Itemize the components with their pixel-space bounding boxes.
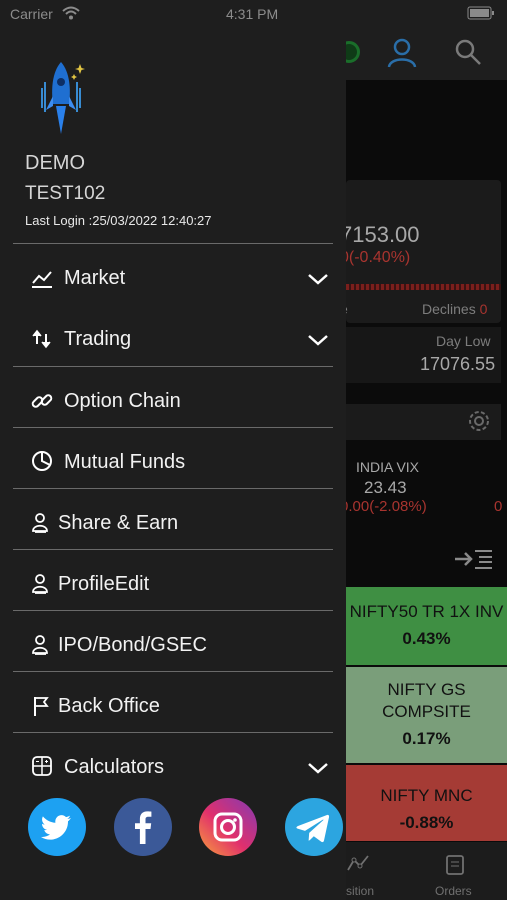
menu-item-share-earn[interactable]: Share & Earn (0, 493, 346, 553)
status-time: 4:31 PM (226, 6, 279, 22)
instagram-icon[interactable] (199, 798, 257, 856)
menu-item-back-office[interactable]: Back Office (0, 676, 346, 736)
pie-chart-icon (30, 449, 54, 473)
chevron-down-icon[interactable] (306, 761, 330, 775)
vix-change: 0.00(-2.08%) (340, 498, 427, 515)
menu-item-label: ProfileEdit (58, 573, 150, 595)
index-tile[interactable]: NIFTY MNC -0.88% (346, 765, 507, 841)
chart-line-icon (30, 267, 54, 291)
day-low-label: Day Low (436, 333, 491, 349)
facebook-icon[interactable] (114, 798, 172, 856)
wifi-icon (62, 6, 80, 20)
calculator-icon (30, 754, 54, 778)
index-change: 0(-0.40%) (340, 249, 411, 266)
side-drawer: Carrier 4:31 PM DEMO TEST102 Last Login … (0, 0, 346, 900)
menu-item-trading[interactable]: Trading (0, 310, 346, 370)
divider (13, 366, 333, 367)
divider (13, 549, 333, 550)
link-icon (30, 389, 54, 413)
last-login: Last Login :25/03/2022 12:40:27 (25, 213, 212, 228)
tile-change: 0.43% (402, 629, 451, 648)
divider (13, 671, 333, 672)
chevron-down-icon[interactable] (306, 333, 330, 347)
divider (13, 243, 333, 244)
chevron-down-icon[interactable] (306, 272, 330, 286)
tab-orders-label[interactable]: Orders (435, 884, 472, 898)
person-icon (30, 511, 54, 535)
menu-item-calculators[interactable]: Calculators (0, 737, 346, 797)
user-name: DEMO (25, 152, 85, 174)
menu-item-label: Option Chain (64, 390, 181, 412)
user-icon[interactable] (386, 36, 418, 68)
search-icon[interactable] (454, 38, 482, 66)
menu-item-ipo-bond-gsec[interactable]: IPO/Bond/GSEC (0, 615, 346, 675)
menu-item-label: Share & Earn (58, 512, 179, 534)
flag-icon (30, 694, 54, 718)
position-icon[interactable] (346, 852, 370, 876)
menu-item-label: Back Office (58, 695, 160, 717)
vix-label: INDIA VIX (356, 459, 420, 475)
person-icon (30, 572, 54, 596)
menu-item-market[interactable]: Market (0, 249, 346, 309)
menu-item-mutual-funds[interactable]: Mutual Funds (0, 432, 346, 492)
declines-label: Declines 0 (422, 301, 488, 317)
tile-name: NIFTY MNC (380, 786, 473, 805)
arrows-up-down-icon (30, 328, 54, 352)
user-id: TEST102 (25, 183, 106, 204)
rocket-logo-icon (36, 60, 86, 138)
divider (13, 610, 333, 611)
menu-item-label: Calculators (64, 756, 165, 778)
next-index-change: 0 (494, 498, 503, 515)
index-tile[interactable]: NIFTY50 TR 1X INV 0.43% (346, 587, 507, 665)
battery-icon (467, 6, 495, 23)
menu-item-label: Mutual Funds (64, 451, 186, 473)
person-icon (30, 633, 54, 657)
day-low-value: 17076.55 (420, 354, 496, 374)
index-tile[interactable]: NIFTY GS COMPSITE 0.17% (346, 667, 507, 763)
tile-change: -0.88% (399, 813, 454, 832)
tile-name: NIFTY GS COMPSITE (382, 680, 471, 721)
index-price: 7153.00 (340, 222, 420, 247)
menu-item-label: Market (64, 267, 126, 289)
menu-item-label: IPO/Bond/GSEC (58, 634, 207, 656)
menu-item-option-chain[interactable]: Option Chain (0, 371, 346, 431)
collapse-list-icon[interactable] (455, 548, 493, 570)
telegram-icon[interactable] (285, 798, 343, 856)
carrier-label: Carrier (10, 6, 53, 22)
divider (13, 488, 333, 489)
orders-icon[interactable] (443, 852, 467, 876)
divider (13, 427, 333, 428)
menu-item-label: Trading (64, 328, 132, 350)
advance-decline-bar (346, 284, 501, 290)
divider (13, 732, 333, 733)
gear-icon[interactable] (467, 409, 491, 433)
tab-position-label[interactable]: sition (346, 884, 374, 898)
tile-name: NIFTY50 TR 1X INV (349, 602, 504, 621)
tile-change: 0.17% (402, 729, 451, 748)
menu-item-profile-edit[interactable]: ProfileEdit (0, 554, 346, 614)
vix-value: 23.43 (364, 478, 407, 497)
twitter-icon[interactable] (28, 798, 86, 856)
